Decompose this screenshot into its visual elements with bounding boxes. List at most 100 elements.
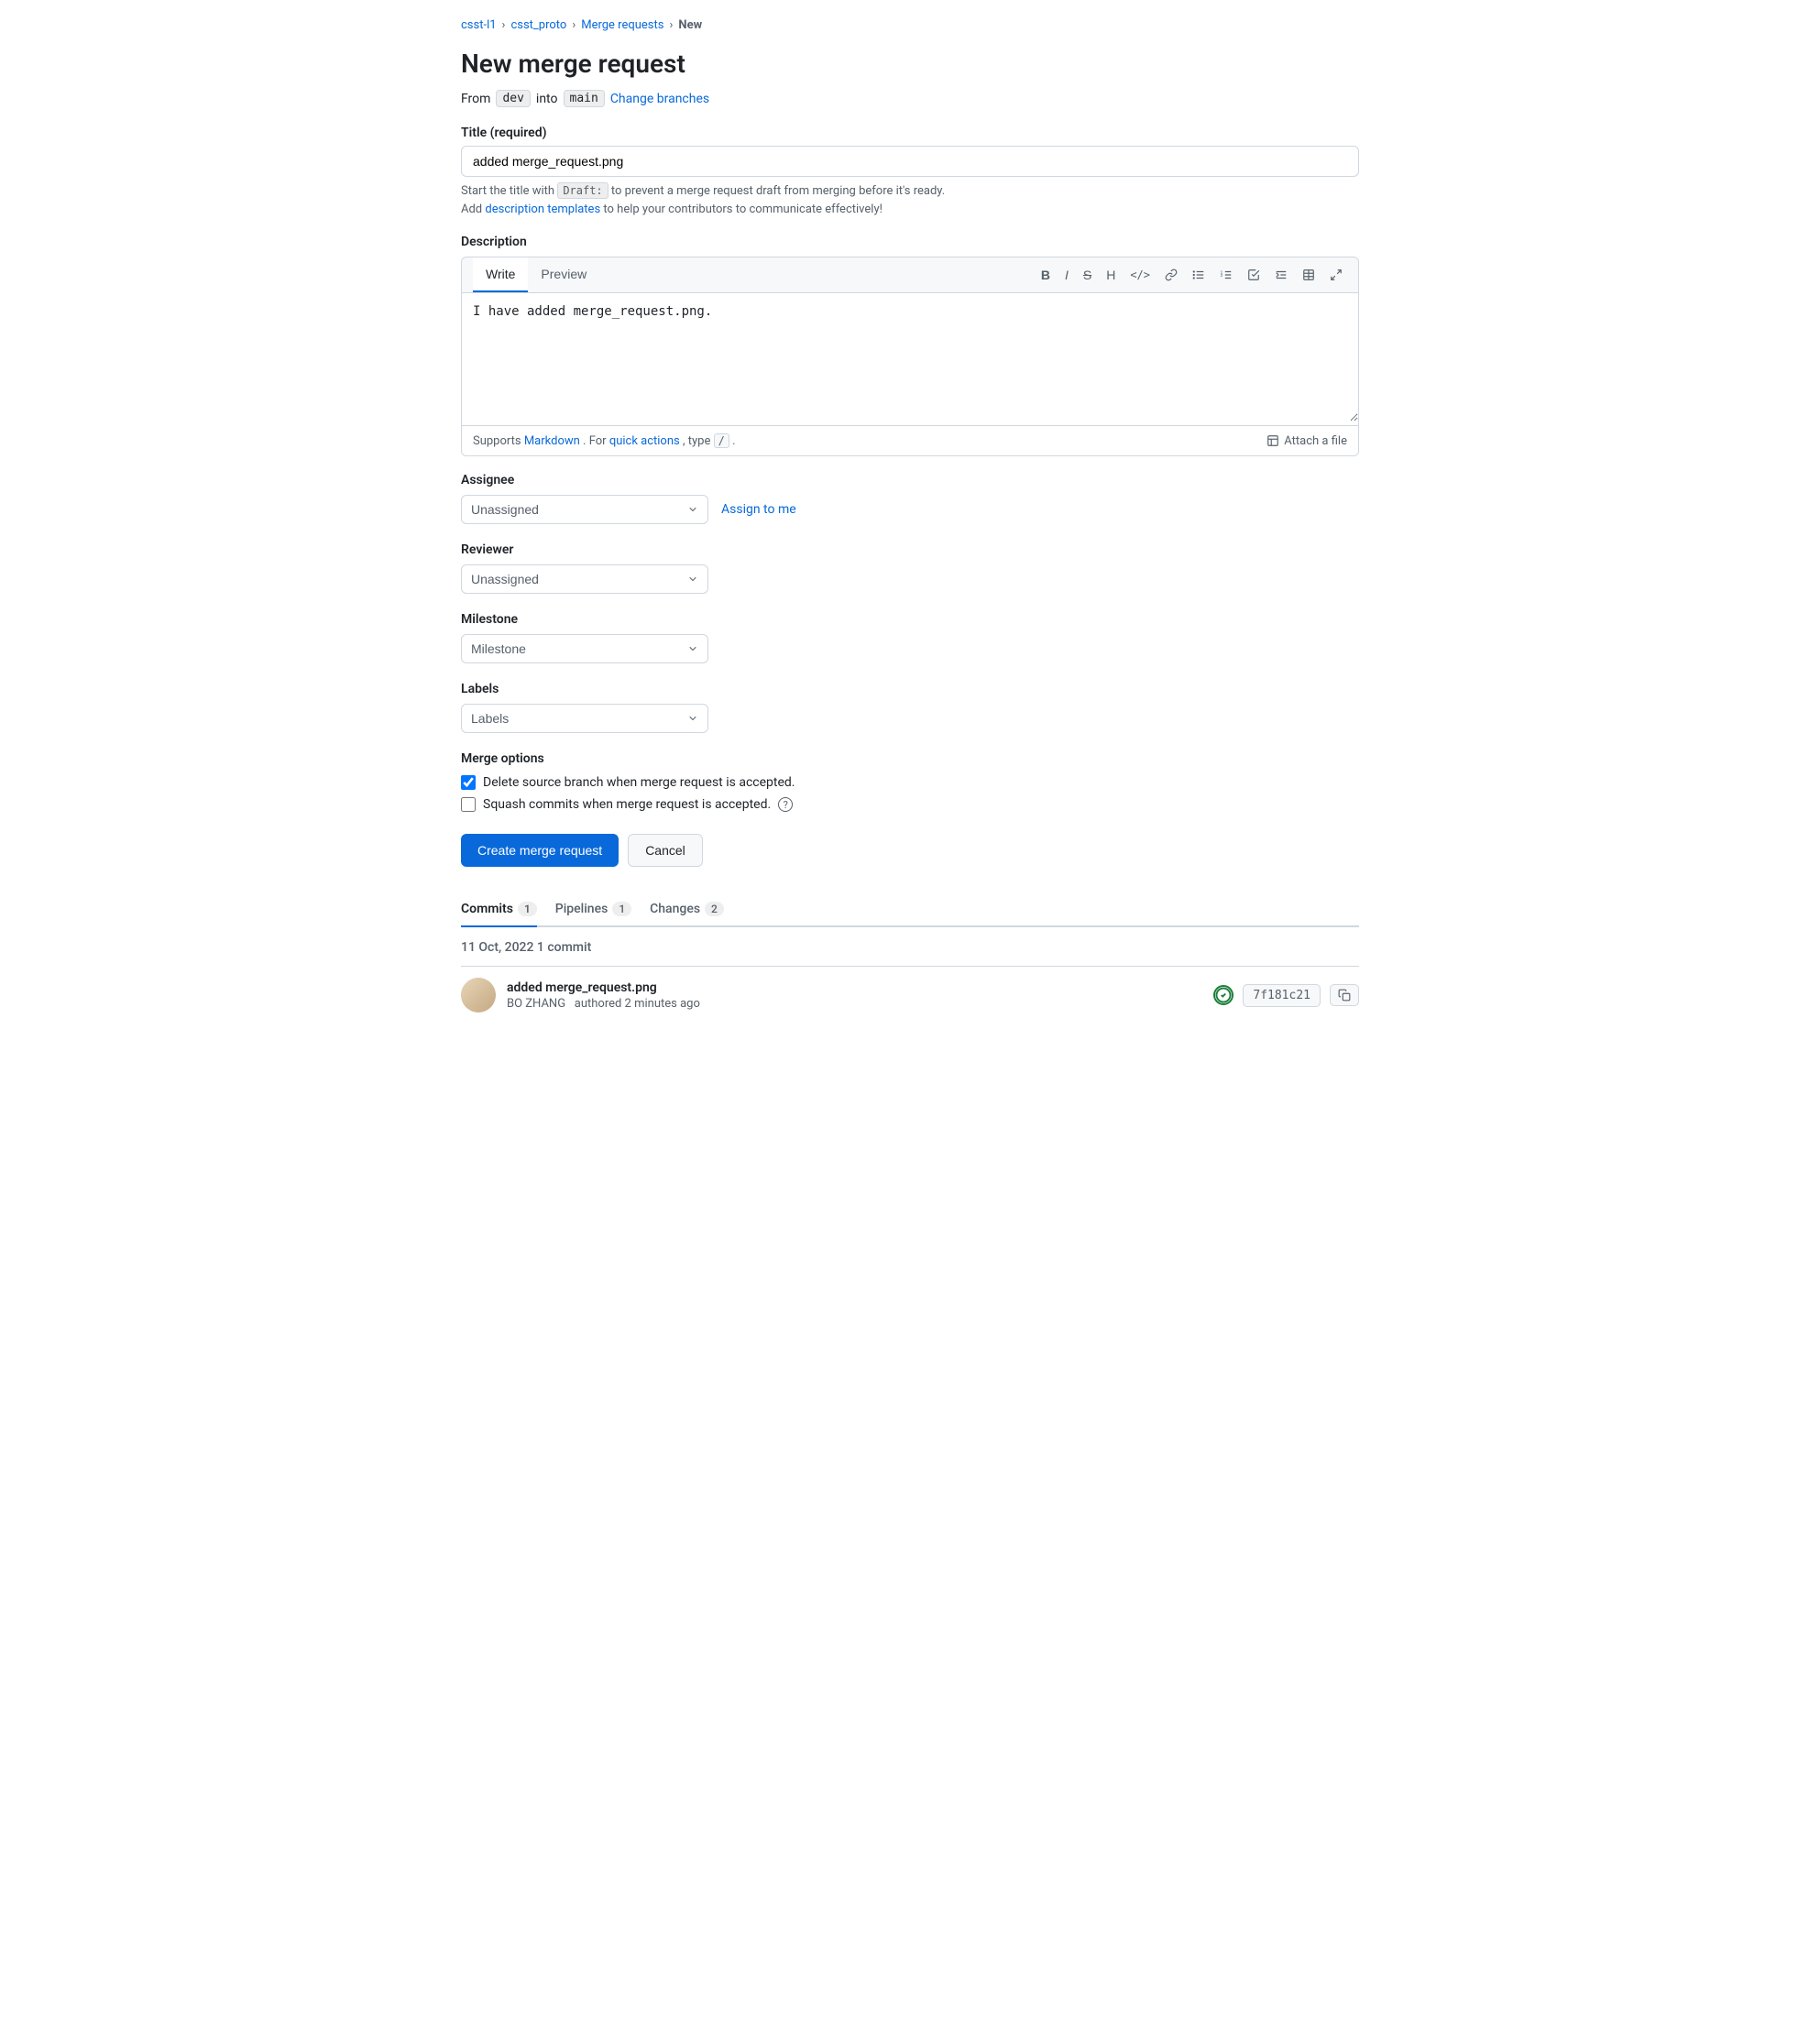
commit-author: BO ZHANG authored 2 minutes ago [507,997,700,1011]
action-buttons: Create merge request Cancel [461,834,1359,867]
breadcrumb-link-csst-l1[interactable]: csst-l1 [461,18,497,32]
editor-tab-bar: Write Preview B I S H </> 12 [462,257,1358,293]
milestone-section: Milestone Milestone [461,612,1359,663]
tab-commits-badge: 1 [518,902,537,916]
fullscreen-button[interactable] [1325,265,1347,285]
commits-content: 11 Oct, 2022 1 commit added merge_reques… [461,940,1359,1023]
preview-tab[interactable]: Preview [528,257,599,292]
reviewer-label: Reviewer [461,542,1359,557]
merge-options-section: Merge options Delete source branch when … [461,751,1359,812]
heading-button[interactable]: H [1102,264,1120,286]
check-circle-icon [1215,985,1232,1005]
italic-button[interactable]: I [1060,264,1073,286]
breadcrumb-link-merge-requests[interactable]: Merge requests [581,18,663,32]
indent-icon [1275,268,1288,281]
squash-commits-label: Squash commits when merge request is acc… [483,797,771,812]
title-label: Title (required) [461,126,1359,140]
cancel-button[interactable]: Cancel [628,834,703,867]
bottom-tabs: Commits 1 Pipelines 1 Changes 2 [461,892,1359,927]
svg-text:2: 2 [1221,273,1223,278]
attach-file-link[interactable]: Attach a file [1266,434,1347,448]
milestone-label: Milestone [461,612,1359,627]
tab-commits[interactable]: Commits 1 [461,892,537,927]
draft-hint-prefix: Start the title with [461,184,554,198]
draft-hint-suffix: to prevent a merge request draft from me… [611,184,945,198]
page-title: New merge request [461,49,1359,79]
tab-changes[interactable]: Changes 2 [650,892,724,927]
ordered-list-button[interactable]: 12 [1215,265,1237,285]
tab-pipelines-badge: 1 [612,902,631,916]
assignee-section: Assignee Unassigned Assign to me [461,473,1359,524]
breadcrumb: csst-l1 › csst_proto › Merge requests › … [461,18,1359,32]
assignee-row: Unassigned Assign to me [461,495,1359,524]
delete-source-branch-label: Delete source branch when merge request … [483,775,795,790]
squash-commits-checkbox[interactable] [461,797,476,812]
into-label: into [536,92,558,106]
description-label: Description [461,235,1359,249]
draft-hint: Start the title with Draft: to prevent a… [461,182,1359,218]
delete-source-branch-row: Delete source branch when merge request … [461,775,1359,790]
description-section: Description Write Preview B I S H </> 12 [461,235,1359,456]
labels-dropdown[interactable]: Labels [461,704,708,733]
change-branches-link[interactable]: Change branches [610,92,709,106]
slash-key: / [714,433,729,448]
avatar-image [461,978,496,1013]
copy-hash-button[interactable] [1330,984,1359,1006]
labels-label: Labels [461,682,1359,696]
quick-actions-link[interactable]: quick actions [609,434,680,448]
assignee-label: Assignee [461,473,1359,487]
description-template-link[interactable]: description templates [485,203,600,216]
markdown-hint: Supports Markdown . For quick actions , … [473,433,736,448]
bold-button[interactable]: B [1036,264,1055,286]
bullet-list-button[interactable] [1188,265,1210,285]
commit-message: added merge_request.png [507,980,700,995]
title-form-group: Title (required) Start the title with Dr… [461,126,1359,218]
link-icon [1165,268,1178,281]
ordered-list-icon: 12 [1220,268,1233,281]
indent-button[interactable] [1270,265,1292,285]
description-template-prefix: Add [461,203,482,216]
table-icon [1302,268,1315,281]
bullet-list-icon [1192,268,1205,281]
description-input[interactable]: I have added merge_request.png. [462,293,1358,421]
assignee-dropdown[interactable]: Unassigned [461,495,708,524]
write-tab[interactable]: Write [473,257,528,292]
title-input[interactable] [461,146,1359,177]
breadcrumb-current: New [678,18,702,32]
commits-date: 11 Oct, 2022 1 commit [461,940,1359,955]
markdown-link[interactable]: Markdown [524,434,580,448]
delete-source-branch-checkbox[interactable] [461,775,476,790]
commit-left: added merge_request.png BO ZHANG authore… [461,978,700,1013]
tab-pipelines-label: Pipelines [555,902,608,916]
table-button[interactable] [1298,265,1320,285]
checklist-icon [1247,268,1260,281]
strikethrough-button[interactable]: S [1079,264,1096,286]
commit-hash: 7f181c21 [1243,984,1321,1007]
description-template-suffix: to help your contributors to communicate… [603,203,883,216]
tab-changes-badge: 2 [705,902,724,916]
draft-code: Draft: [557,182,608,199]
squash-commits-row: Squash commits when merge request is acc… [461,797,1359,812]
milestone-dropdown[interactable]: Milestone [461,634,708,663]
from-label: From [461,92,490,106]
link-button[interactable] [1160,265,1182,285]
create-merge-request-button[interactable]: Create merge request [461,834,619,867]
branch-from-badge: dev [496,90,530,107]
copy-icon [1338,989,1351,1002]
commit-row: added merge_request.png BO ZHANG authore… [461,967,1359,1023]
reviewer-section: Reviewer Unassigned [461,542,1359,594]
commit-authored-label: authored 2 minutes ago [575,997,700,1011]
commit-status-icon [1213,985,1233,1005]
code-button[interactable]: </> [1125,265,1155,285]
checklist-button[interactable] [1243,265,1265,285]
breadcrumb-link-csst-proto[interactable]: csst_proto [510,18,566,32]
merge-options-label: Merge options [461,751,1359,766]
commit-right: 7f181c21 [1213,984,1359,1007]
commit-info: added merge_request.png BO ZHANG authore… [507,980,700,1011]
assign-me-link[interactable]: Assign to me [721,502,796,517]
tab-pipelines[interactable]: Pipelines 1 [555,892,631,927]
reviewer-dropdown[interactable]: Unassigned [461,564,708,594]
labels-section: Labels Labels [461,682,1359,733]
editor-wrapper: Write Preview B I S H </> 12 [461,257,1359,456]
squash-help-icon[interactable]: ? [778,797,793,812]
